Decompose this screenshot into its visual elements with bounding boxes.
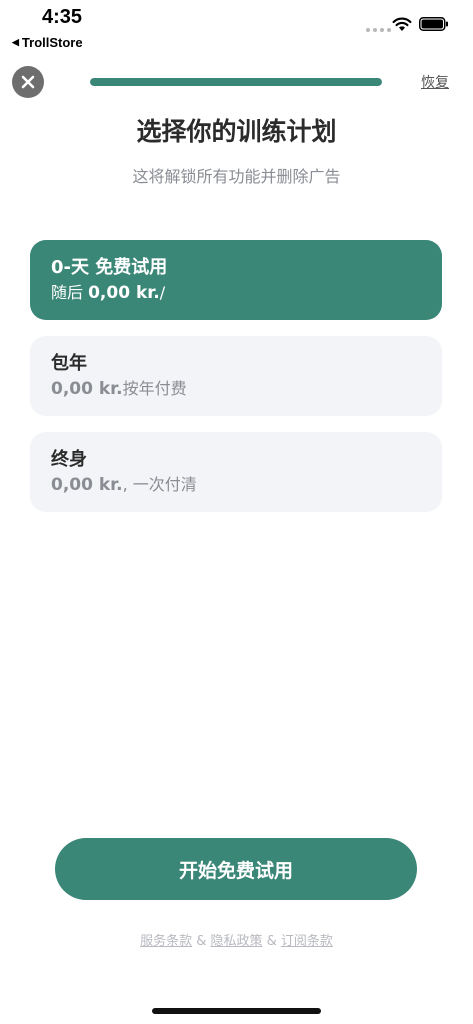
wifi-icon	[392, 17, 412, 31]
page-title: 选择你的训练计划	[136, 117, 337, 146]
restore-purchases-link[interactable]: 恢复	[421, 72, 449, 92]
page-subtitle: 这将解锁所有功能并删除广告	[132, 167, 341, 186]
back-to-app-link[interactable]: ◀ TrollStore	[12, 35, 83, 50]
plan-name: 包年	[51, 353, 87, 374]
plan-price: 随后 0,00 kr./	[51, 283, 166, 303]
close-icon	[21, 75, 35, 89]
home-indicator	[152, 1008, 321, 1014]
status-time: 4:35	[42, 6, 83, 28]
plan-option-yearly[interactable]: 包年 0,00 kr.按年付费	[30, 336, 442, 416]
battery-icon	[419, 17, 448, 31]
plan-name: 0-天 免费试用	[51, 257, 168, 278]
subscription-terms-link[interactable]: 订阅条款	[281, 934, 333, 949]
plan-option-free-trial[interactable]: 0-天 免费试用 随后 0,00 kr./	[30, 240, 442, 320]
legal-separator: &	[262, 934, 281, 949]
back-app-label: TrollStore	[21, 35, 83, 50]
close-button[interactable]	[12, 66, 44, 98]
plan-name: 终身	[51, 449, 87, 470]
back-triangle-icon: ◀	[12, 37, 19, 47]
privacy-policy-link[interactable]: 隐私政策	[210, 934, 262, 949]
progress-bar	[90, 78, 382, 86]
plan-price: 0,00 kr., 一次付清	[51, 475, 197, 495]
start-free-trial-button[interactable]: 开始免费试用	[55, 838, 417, 900]
signal-icon	[366, 28, 391, 32]
legal-links: 服务条款 & 隐私政策 & 订阅条款	[0, 930, 473, 949]
plan-list: 0-天 免费试用 随后 0,00 kr./ 包年 0,00 kr.按年付费 终身…	[30, 240, 442, 528]
plan-price: 0,00 kr.按年付费	[51, 379, 187, 399]
terms-of-service-link[interactable]: 服务条款	[140, 934, 192, 949]
plan-option-lifetime[interactable]: 终身 0,00 kr., 一次付清	[30, 432, 442, 512]
status-bar: 4:35 ◀ TrollStore	[0, 0, 473, 56]
progress-fill	[90, 78, 382, 86]
legal-separator: &	[192, 934, 211, 949]
